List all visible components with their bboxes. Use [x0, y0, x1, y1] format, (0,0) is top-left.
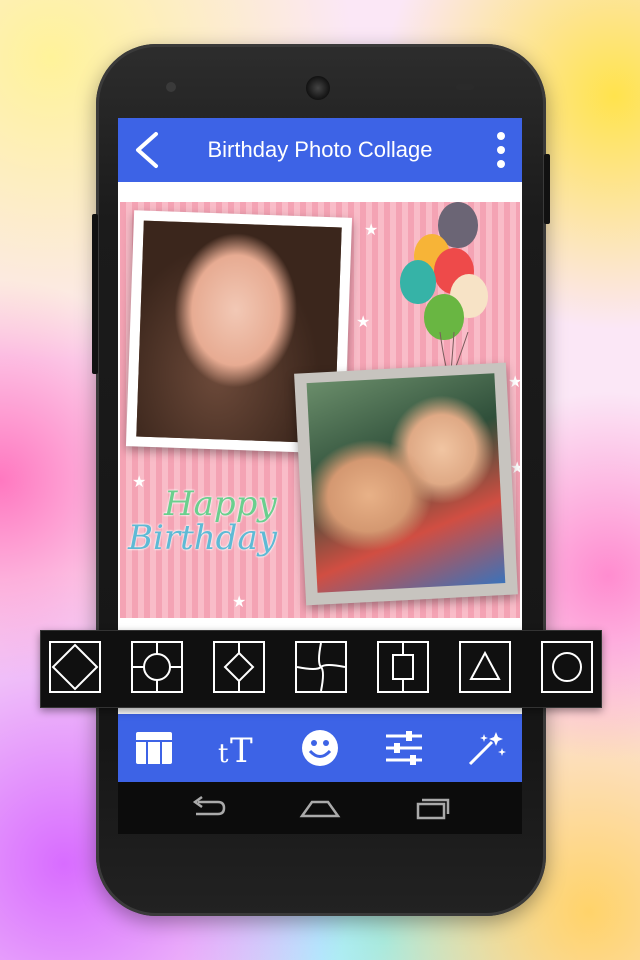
shape-square-split-button[interactable]: [377, 641, 429, 693]
balloon: [400, 260, 436, 304]
photo-frame-2[interactable]: [294, 362, 518, 606]
shape-swirl-button[interactable]: [295, 641, 347, 693]
shape-triangle-button[interactable]: [459, 641, 511, 693]
system-nav-bar: [118, 782, 522, 834]
volume-button: [92, 214, 98, 374]
home-icon: [299, 800, 341, 818]
back-arrow-icon: [192, 795, 226, 816]
star-decoration: ★: [356, 314, 371, 331]
power-button: [544, 154, 550, 224]
phone-screen: Birthday Photo Collage ★ ★ ★ ★ ★ ★ Happy: [118, 118, 522, 834]
recents-icon: [416, 798, 450, 820]
adjust-button[interactable]: [380, 724, 428, 772]
swirl-icon: [297, 643, 345, 691]
diamond-icon: [223, 643, 255, 691]
more-vert-icon: [497, 132, 505, 140]
back-button[interactable]: [128, 128, 172, 172]
chevron-left-icon: [136, 132, 158, 168]
earpiece-speaker: [306, 76, 330, 100]
more-vert-dot: [497, 160, 505, 168]
nav-home-button[interactable]: [296, 792, 344, 824]
happy-birthday-text: Happy Birthday: [128, 484, 298, 558]
front-camera: [166, 82, 176, 92]
app-bar: Birthday Photo Collage: [118, 118, 522, 182]
layout-icon: [136, 732, 172, 764]
sticker-button[interactable]: [296, 724, 344, 772]
bottom-toolbar: t T: [118, 714, 522, 782]
circle-icon: [552, 652, 582, 682]
shape-circle-in-square-button[interactable]: [131, 641, 183, 693]
svg-text:t: t: [218, 739, 229, 769]
collage-canvas[interactable]: ★ ★ ★ ★ ★ ★ Happy Birthday: [120, 202, 520, 618]
more-vert-dot: [497, 146, 505, 154]
greeting-line2: Birthday: [128, 518, 277, 558]
magic-wand-icon: [468, 732, 506, 766]
nav-recents-button[interactable]: [408, 792, 456, 824]
text-button[interactable]: t T: [214, 724, 262, 772]
star-decoration: ★: [508, 374, 520, 391]
frame-shape-toolbar: [40, 630, 602, 708]
proximity-sensor: [456, 84, 474, 90]
shape-diamond-button[interactable]: [213, 641, 265, 693]
photo-slot-2[interactable]: [306, 373, 506, 593]
nav-back-button[interactable]: [184, 792, 232, 824]
shape-diamond-in-square-button[interactable]: [49, 641, 101, 693]
page-title: Birthday Photo Collage: [207, 137, 433, 162]
shape-circle-button[interactable]: [541, 641, 593, 693]
layout-button[interactable]: [130, 724, 178, 772]
svg-text:T: T: [230, 731, 253, 771]
magic-wand-button[interactable]: [462, 724, 510, 772]
sticker-icon: [302, 730, 338, 766]
star-decoration: ★: [364, 222, 379, 239]
adjust-icon: [386, 731, 422, 765]
triangle-icon: [469, 650, 501, 680]
circle-in-square-icon: [133, 643, 181, 691]
diamond-in-square-icon: [51, 643, 99, 691]
star-decoration: ★: [232, 594, 247, 611]
square-split-icon: [392, 643, 414, 691]
text-icon: t T: [218, 731, 253, 771]
more-options-button[interactable]: [488, 128, 514, 172]
